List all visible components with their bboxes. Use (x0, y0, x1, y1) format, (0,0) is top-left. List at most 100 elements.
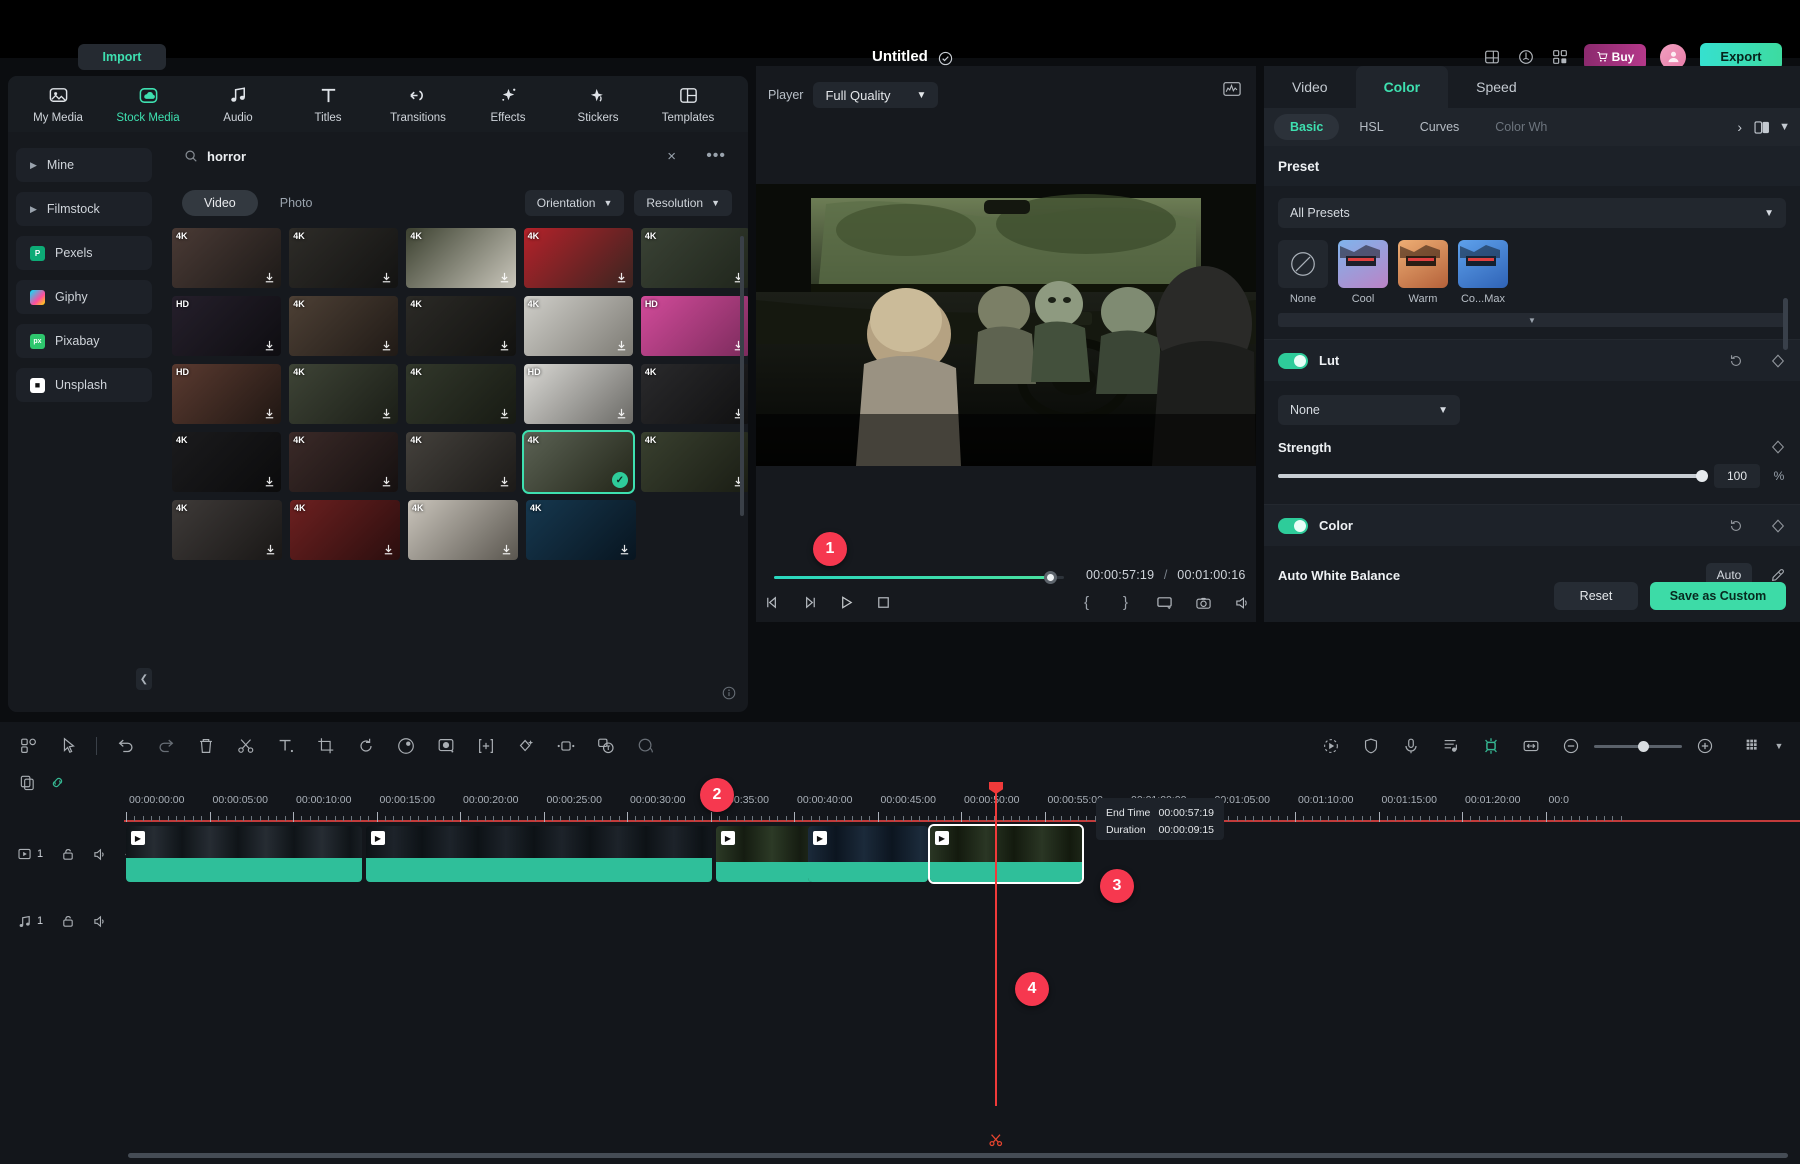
timeline-clip[interactable]: ▶ (930, 826, 1082, 882)
tab-color[interactable]: Color (1356, 66, 1449, 108)
seek-handle[interactable] (1044, 571, 1057, 584)
media-thumbnail[interactable]: 4K (526, 500, 636, 560)
nav-tab-stock-media[interactable]: Stock Media (116, 85, 180, 124)
timeline-clip[interactable]: ▶ (366, 826, 712, 882)
timeline-ruler[interactable]: 00:00:00:0000:00:05:0000:00:10:0000:00:1… (0, 794, 1800, 826)
media-thumbnail[interactable]: 4K (641, 364, 748, 424)
fit-icon[interactable] (1520, 735, 1542, 757)
download-icon[interactable] (263, 339, 276, 352)
media-thumbnail[interactable]: 4K (172, 432, 281, 492)
undo-icon[interactable] (115, 735, 137, 757)
clear-search-icon[interactable]: × (667, 148, 676, 165)
import-button[interactable]: Import (78, 44, 166, 70)
crop-icon[interactable] (315, 735, 337, 757)
auto-reframe-icon[interactable] (1320, 735, 1342, 757)
add-icon[interactable] (475, 735, 497, 757)
mark-out-icon[interactable]: } (1117, 594, 1134, 611)
color-toggle[interactable] (1278, 518, 1308, 534)
zoom-out-icon[interactable] (1560, 735, 1582, 757)
panels-icon[interactable] (18, 735, 40, 757)
subtab-color-wheels[interactable]: Color Wh (1479, 114, 1563, 140)
media-thumbnail[interactable]: HD (172, 296, 281, 356)
preset-dropdown[interactable]: All Presets ▼ (1278, 198, 1786, 228)
media-thumbnail[interactable]: 4K (524, 228, 633, 288)
media-thumbnail[interactable]: 4K (406, 228, 515, 288)
sidebar-item-filmstock[interactable]: ▶ Filmstock (16, 192, 152, 226)
copy-style-icon[interactable] (18, 773, 36, 791)
redo-icon[interactable] (155, 735, 177, 757)
rotate-icon[interactable] (355, 735, 377, 757)
timeline-horizontal-scrollbar[interactable] (128, 1153, 1788, 1158)
timeline-clip[interactable]: ▶ (808, 826, 928, 882)
compare-split-icon[interactable] (1754, 121, 1770, 134)
tab-speed[interactable]: Speed (1448, 66, 1544, 108)
download-icon[interactable] (263, 271, 276, 284)
media-thumbnail[interactable]: 4K (289, 228, 398, 288)
eyedropper-icon[interactable] (1770, 567, 1786, 583)
media-thumbnail[interactable]: 4K (289, 432, 398, 492)
download-icon[interactable] (498, 407, 511, 420)
motion-icon[interactable] (555, 735, 577, 757)
nav-tab-templates[interactable]: Templates (656, 85, 720, 124)
media-thumbnail[interactable]: 4K (172, 500, 282, 560)
subtab-curves[interactable]: Curves (1404, 114, 1476, 140)
play-icon[interactable] (838, 594, 855, 611)
download-icon[interactable] (382, 543, 395, 556)
preset-warm[interactable]: Warm (1398, 240, 1448, 305)
reset-button[interactable]: Reset (1554, 582, 1638, 610)
preset-none[interactable]: None (1278, 240, 1328, 305)
grid-icon[interactable] (1550, 47, 1570, 67)
search-input[interactable]: horror (207, 149, 246, 164)
title-transfer-icon[interactable] (595, 735, 617, 757)
save-as-custom-button[interactable]: Save as Custom (1650, 582, 1786, 610)
split-icon[interactable] (235, 735, 257, 757)
preset-cool[interactable]: Cool (1338, 240, 1388, 305)
expand-presets-button[interactable]: ▼ (1278, 313, 1786, 327)
tab-video[interactable]: Video (1264, 66, 1356, 108)
download-icon[interactable] (380, 475, 393, 488)
stop-icon[interactable] (875, 594, 892, 611)
render-bar-icon[interactable] (1742, 735, 1764, 757)
shield-icon[interactable] (1360, 735, 1382, 757)
download-icon[interactable] (498, 271, 511, 284)
preset-co-max[interactable]: Co...Max (1458, 240, 1508, 305)
orientation-dropdown[interactable]: Orientation ▼ (525, 190, 625, 216)
download-icon[interactable] (380, 339, 393, 352)
keyframe-icon[interactable] (515, 735, 537, 757)
select-tool-icon[interactable] (58, 735, 80, 757)
keyframe-icon[interactable] (1770, 353, 1786, 369)
mark-in-icon[interactable]: { (1078, 594, 1095, 611)
collapse-sidebar-button[interactable]: ❮ (136, 668, 152, 690)
reset-icon[interactable] (1728, 518, 1744, 534)
download-icon[interactable] (615, 407, 628, 420)
playhead[interactable] (995, 788, 997, 1106)
snapshot-icon[interactable] (1195, 594, 1212, 611)
search-more-icon[interactable]: ••• (706, 147, 726, 165)
timeline-clip[interactable]: ▶ (716, 826, 814, 882)
segment-video[interactable]: Video (182, 190, 258, 216)
download-icon[interactable] (380, 271, 393, 284)
presets-scrollbar[interactable] (1783, 298, 1788, 350)
grid-scrollbar[interactable] (740, 236, 744, 516)
download-icon[interactable] (264, 543, 277, 556)
layout-icon[interactable] (1482, 47, 1502, 67)
nav-tab-transitions[interactable]: Transitions (386, 85, 450, 124)
video-preview[interactable] (756, 184, 1256, 466)
subtab-basic[interactable]: Basic (1274, 114, 1339, 140)
chevron-down-icon[interactable]: ▼ (1768, 735, 1790, 757)
link-icon[interactable] (48, 773, 66, 791)
reset-icon[interactable] (1728, 353, 1744, 369)
lock-icon[interactable] (61, 914, 75, 928)
sidebar-item-mine[interactable]: ▶ Mine (16, 148, 152, 182)
nav-tab-audio[interactable]: Audio (206, 85, 270, 124)
text-icon[interactable] (275, 735, 297, 757)
resolution-dropdown[interactable]: Resolution ▼ (634, 190, 732, 216)
download-icon[interactable] (498, 339, 511, 352)
sidebar-item-unsplash[interactable]: ■ Unsplash (16, 368, 152, 402)
sidebar-item-giphy[interactable]: Giphy (16, 280, 152, 314)
media-thumbnail[interactable]: HD (524, 364, 633, 424)
delete-icon[interactable] (195, 735, 217, 757)
media-thumbnail[interactable]: 4K (289, 364, 398, 424)
media-thumbnail[interactable]: 4K (289, 296, 398, 356)
media-thumbnail[interactable]: 4K (172, 228, 281, 288)
